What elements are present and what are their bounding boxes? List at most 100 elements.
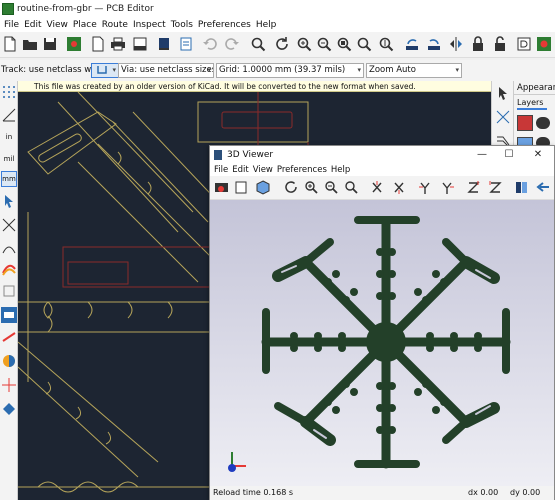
units-mil-button[interactable]: mil: [1, 151, 17, 167]
viewer-status-bar: Reload time 0.168 s dx 0.00 dy 0.00: [210, 486, 554, 500]
page-setup-icon[interactable]: [90, 36, 106, 52]
maximize-icon[interactable]: ☐: [503, 149, 515, 160]
zoom-in-icon[interactable]: [296, 36, 312, 52]
viewer-title: 3D Viewer: [227, 149, 274, 160]
window-title: routine-from-gbr — PCB Editor: [17, 4, 154, 14]
viewer-menu-bar: File Edit View Preferences Help: [210, 163, 554, 176]
minimize-icon[interactable]: —: [476, 149, 488, 160]
track-outline-icon[interactable]: [1, 329, 17, 345]
drc-icon[interactable]: [516, 36, 532, 52]
find-icon[interactable]: [156, 36, 172, 52]
zoom-dropdown[interactable]: Zoom Auto ▾: [366, 63, 462, 78]
track-width-dropdown[interactable]: ▾: [91, 63, 119, 78]
viewer-menu-help[interactable]: Help: [331, 165, 350, 175]
board-hub: [366, 322, 406, 362]
3d-board-render: [228, 216, 511, 472]
left-toolbar: in mil mm: [0, 81, 18, 500]
crosshair-icon[interactable]: [1, 377, 17, 393]
move-left-icon[interactable]: [536, 180, 551, 195]
new-board-icon[interactable]: [2, 36, 18, 52]
viewer-menu-file[interactable]: File: [214, 165, 228, 175]
zone-outline-icon[interactable]: [1, 261, 17, 277]
cursor-icon[interactable]: [1, 193, 17, 209]
viewer-menu-view[interactable]: View: [253, 165, 273, 175]
close-icon[interactable]: ✕: [532, 149, 544, 160]
zoom-fit-icon[interactable]: [344, 180, 359, 195]
dy-readout: dy 0.00: [510, 488, 541, 497]
pad-outline-icon[interactable]: [1, 283, 17, 299]
select-icon[interactable]: [495, 85, 511, 101]
polar-coords-icon[interactable]: [1, 107, 17, 123]
viewer-toolbar: [210, 176, 554, 200]
refresh-icon[interactable]: [284, 180, 299, 195]
plot-icon[interactable]: [132, 36, 148, 52]
rotate-x-cw-icon[interactable]: [370, 180, 385, 195]
tab-layers[interactable]: Layers: [517, 98, 547, 110]
zoom-fit-icon[interactable]: [336, 36, 352, 52]
menu-route[interactable]: Route: [102, 20, 128, 30]
layer-color-swatch[interactable]: [517, 115, 533, 131]
main-toolbar: [0, 32, 555, 58]
rotate-y-cw-icon[interactable]: [418, 180, 433, 195]
copy-image-icon[interactable]: [234, 180, 249, 195]
ratsnest-icon[interactable]: [1, 217, 17, 233]
menu-edit[interactable]: Edit: [24, 20, 41, 30]
curved-ratsnest-icon[interactable]: [1, 239, 17, 255]
rotate-x-ccw-icon[interactable]: [392, 180, 407, 195]
upgrade-warning-banner: This file was created by an older versio…: [18, 81, 491, 92]
grid-icon[interactable]: [1, 84, 17, 100]
zoom-out-icon[interactable]: [324, 180, 339, 195]
search-icon[interactable]: [250, 36, 266, 52]
viewer-menu-edit[interactable]: Edit: [232, 165, 248, 175]
menu-place[interactable]: Place: [73, 20, 97, 30]
via-outline-icon[interactable]: [1, 307, 17, 323]
refresh-icon[interactable]: [274, 36, 290, 52]
units-mm-button[interactable]: mm: [1, 171, 17, 187]
rotate-z-ccw-icon[interactable]: [488, 180, 503, 195]
dx-readout: dx 0.00: [468, 488, 499, 497]
reload-time: Reload time 0.168 s: [213, 488, 293, 497]
menu-tools[interactable]: Tools: [171, 20, 193, 30]
zoom-selection-icon[interactable]: [378, 36, 394, 52]
units-inch-button[interactable]: in: [1, 129, 17, 145]
flip-board-icon[interactable]: [514, 180, 529, 195]
netlist-icon[interactable]: [178, 36, 194, 52]
zoom-in-icon[interactable]: [304, 180, 319, 195]
menu-file[interactable]: File: [4, 20, 19, 30]
pcb-icon[interactable]: [536, 36, 552, 52]
title-bar: routine-from-gbr — PCB Editor: [0, 0, 555, 18]
layers-manager-icon[interactable]: [1, 401, 17, 417]
redo-icon[interactable]: [224, 36, 240, 52]
route-icon[interactable]: [495, 109, 511, 125]
unlock-icon[interactable]: [492, 36, 508, 52]
high-contrast-icon[interactable]: [1, 353, 17, 369]
board-setup-icon[interactable]: [66, 36, 82, 52]
rotate-ccw-icon[interactable]: [404, 36, 420, 52]
print-icon[interactable]: [110, 36, 126, 52]
reload-board-icon[interactable]: [214, 180, 229, 195]
open-icon[interactable]: [22, 36, 38, 52]
rotate-y-ccw-icon[interactable]: [440, 180, 455, 195]
menu-bar: File Edit View Place Route Inspect Tools…: [0, 18, 555, 32]
rotate-z-cw-icon[interactable]: [466, 180, 481, 195]
lock-icon[interactable]: [470, 36, 486, 52]
zoom-out-icon[interactable]: [316, 36, 332, 52]
menu-help[interactable]: Help: [256, 20, 277, 30]
undo-icon[interactable]: [202, 36, 218, 52]
viewer-title-bar: 3D Viewer — ☐ ✕: [210, 146, 554, 163]
save-icon[interactable]: [42, 36, 58, 52]
viewer-menu-preferences[interactable]: Preferences: [277, 165, 327, 175]
banner-text: This file was created by an older versio…: [34, 82, 416, 91]
menu-preferences[interactable]: Preferences: [198, 20, 251, 30]
grid-dropdown[interactable]: Grid: 1.0000 mm (39.37 mils) ▾: [216, 63, 364, 78]
zoom-objects-icon[interactable]: [356, 36, 372, 52]
3d-viewer-window: 3D Viewer — ☐ ✕ File Edit View Preferenc…: [209, 145, 555, 500]
via-size-dropdown[interactable]: Via: use netclass sizes ▾: [118, 63, 214, 78]
raytrace-icon[interactable]: [256, 180, 271, 195]
eye-icon[interactable]: [536, 117, 550, 129]
rotate-cw-icon[interactable]: [426, 36, 442, 52]
menu-view[interactable]: View: [47, 20, 68, 30]
menu-inspect[interactable]: Inspect: [133, 20, 166, 30]
3d-render-view[interactable]: [210, 200, 554, 486]
mirror-icon[interactable]: [448, 36, 464, 52]
